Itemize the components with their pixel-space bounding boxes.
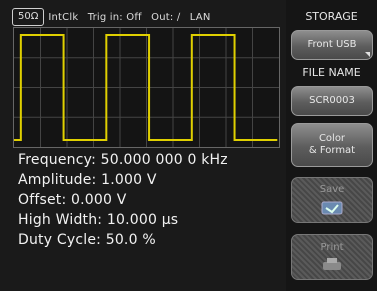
print-label: Print: [320, 241, 344, 253]
interface-indicator: LAN: [189, 11, 211, 23]
offset-readout[interactable]: Offset: 0.000 V: [18, 190, 280, 210]
save-label: Save: [319, 183, 345, 195]
waveform-display: [13, 27, 280, 148]
impedance-indicator: 50Ω: [12, 8, 45, 26]
status-bar: 50Ω IntClk Trig in: Off Out: ∕ LAN: [12, 8, 279, 26]
clock-indicator: IntClk: [48, 11, 79, 23]
output-indicator: Out: ∕: [151, 11, 181, 23]
amplitude-readout[interactable]: Amplitude: 1.000 V: [18, 170, 280, 190]
storage-value: Front USB: [307, 39, 357, 50]
waveform-plot: [14, 28, 279, 147]
save-button[interactable]: Save: [291, 177, 373, 223]
frequency-readout[interactable]: Frequency: 50.000 000 0 kHz: [18, 150, 280, 170]
color-format-label-line2: & Format: [308, 145, 356, 156]
storage-selector-button[interactable]: Front USB: [291, 30, 373, 60]
file-name-value: SCR0003: [309, 95, 355, 106]
parameter-readouts: Frequency: 50.000 000 0 kHz Amplitude: 1…: [18, 150, 280, 250]
file-name-title: FILE NAME: [302, 66, 361, 79]
duty-cycle-readout[interactable]: Duty Cycle: 50.0 %: [18, 230, 280, 250]
high-width-readout[interactable]: High Width: 10.000 µs: [18, 210, 280, 230]
status-info: IntClk Trig in: Off Out: ∕ LAN: [48, 12, 216, 23]
generator-screen: 50Ω IntClk Trig in: Off Out: ∕ LAN Frequ…: [0, 0, 377, 291]
print-button[interactable]: Print: [291, 234, 373, 280]
color-format-label-line1: Color: [318, 133, 346, 144]
file-name-button[interactable]: SCR0003: [291, 86, 373, 116]
save-icon: [321, 201, 343, 214]
storage-title: STORAGE: [305, 10, 358, 23]
softkey-panel: STORAGE Front USB FILE NAME SCR0003 Colo…: [286, 0, 377, 291]
trigger-indicator: Trig in: Off: [87, 11, 142, 23]
color-format-button[interactable]: Color & Format: [291, 123, 373, 167]
printer-icon: [323, 257, 341, 270]
chevron-down-icon: [365, 52, 370, 57]
